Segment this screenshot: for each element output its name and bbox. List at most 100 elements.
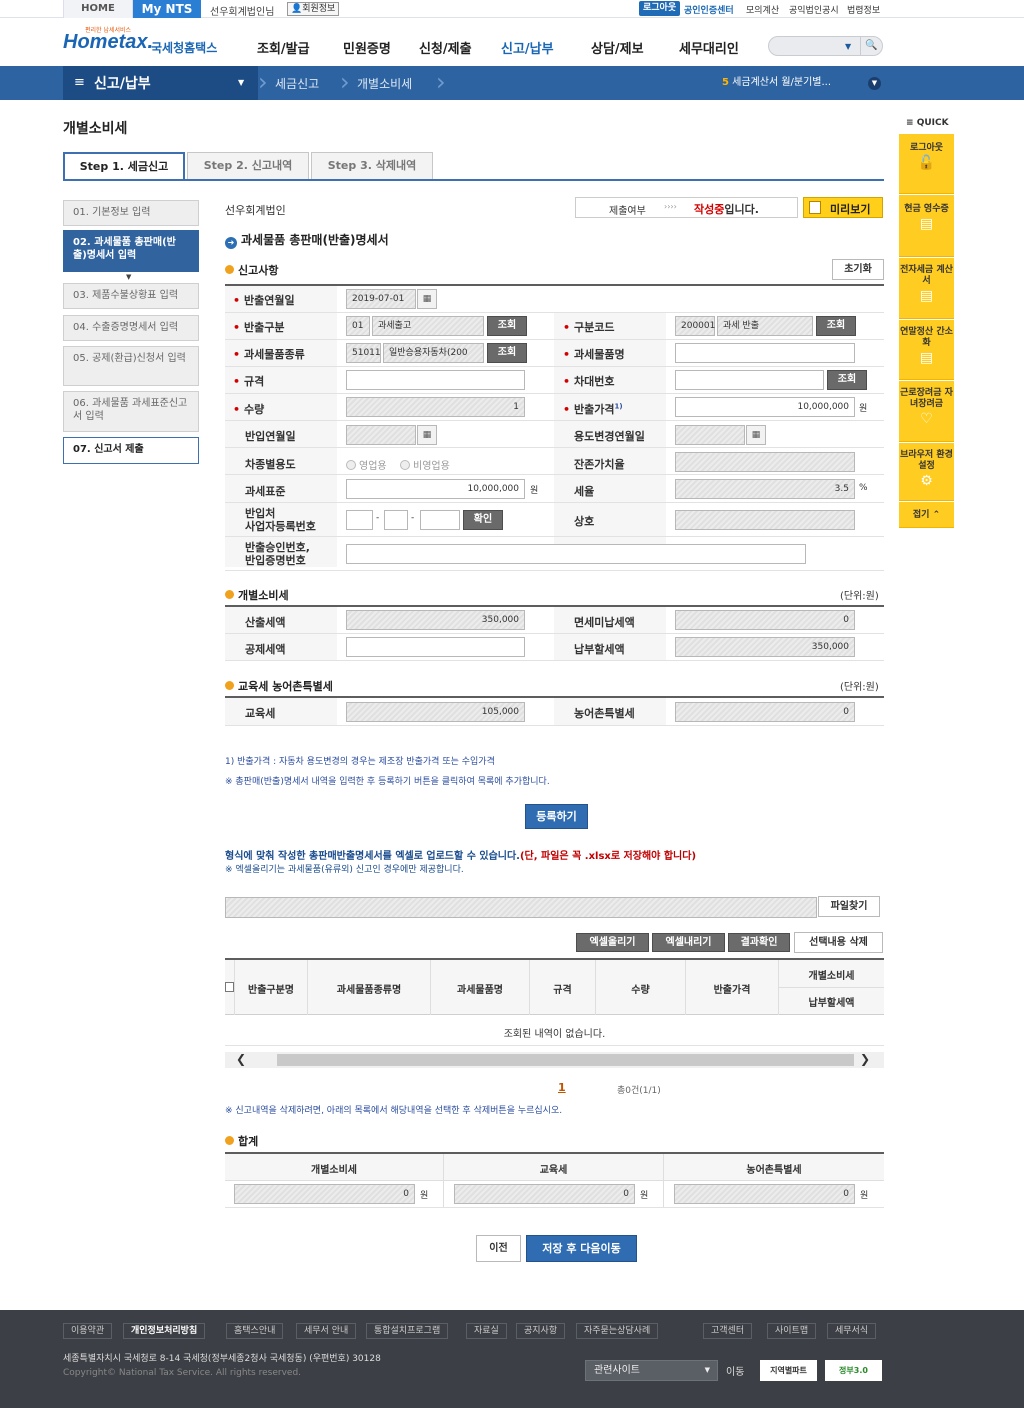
- radio-noncommercial[interactable]: 비영업용: [400, 457, 450, 472]
- quick-cash-receipt[interactable]: 현금 영수증 ▤: [899, 195, 954, 257]
- quick-logout[interactable]: 로그아웃 🔓: [899, 134, 954, 194]
- biz-no-part3[interactable]: [420, 510, 460, 530]
- scrollbar-thumb[interactable]: [277, 1054, 854, 1066]
- calendar-icon[interactable]: ▦: [417, 425, 437, 445]
- hometax-logo[interactable]: 편리한 납세서비스 Hometax. 국세청홈택스: [63, 25, 223, 59]
- item-type-code: 51011: [346, 343, 381, 363]
- logout-button[interactable]: 로그아웃: [639, 1, 681, 16]
- preview-button[interactable]: 미리보기: [803, 197, 883, 218]
- save-next-button[interactable]: 저장 후 다음이동: [526, 1235, 637, 1262]
- search-input[interactable]: ▼ 🔍: [768, 36, 883, 56]
- reset-button[interactable]: 초기화: [832, 259, 884, 280]
- badge-gov30[interactable]: 정부3.0: [825, 1360, 882, 1381]
- tab-step1[interactable]: Step 1. 세금신고: [63, 152, 185, 180]
- corp-notice-link[interactable]: 공익법인공시: [789, 3, 839, 16]
- tab-step3[interactable]: Step 3. 삭제내역: [311, 152, 433, 180]
- page-number[interactable]: 1: [558, 1081, 566, 1094]
- left-menu-deduction[interactable]: 05. 공제(환급)신청서 입력: [63, 346, 199, 386]
- chevron-down-icon[interactable]: ▼: [845, 42, 851, 51]
- related-sites-select[interactable]: 관련사이트 ▼: [585, 1360, 718, 1381]
- mock-calc-link[interactable]: 모의계산: [746, 3, 779, 16]
- footer-faq[interactable]: 자주묻는상담사례: [576, 1323, 659, 1339]
- price-input[interactable]: 10,000,000: [675, 397, 855, 417]
- delete-note: ※ 신고내역을 삭제하려면, 아래의 목록에서 해당내역을 선택한 후 삭제버튼…: [225, 1106, 563, 1116]
- member-info-button[interactable]: 👤회원정보: [287, 2, 340, 16]
- quick-fold-button[interactable]: 접기 ⌃: [899, 502, 954, 528]
- file-find-button[interactable]: 파일찾기: [818, 896, 880, 917]
- footer-tax-forms[interactable]: 세무서식: [827, 1323, 877, 1339]
- nav-section-title[interactable]: 신고/납부: [94, 73, 151, 93]
- vehicle-no-lookup-button[interactable]: 조회: [827, 370, 867, 390]
- release-date-field[interactable]: 2019-07-01: [346, 289, 416, 309]
- quick-incentive[interactable]: 근로장려금 자녀장려금 ♡: [899, 381, 954, 442]
- left-menu-submit[interactable]: 07. 신고서 제출: [63, 437, 199, 464]
- gnb-consult[interactable]: 상담/제보: [591, 38, 644, 57]
- gear-icon: ⚙: [920, 473, 933, 489]
- home-tab[interactable]: HOME: [63, 0, 133, 18]
- register-button[interactable]: 등록하기: [525, 804, 588, 829]
- law-info-link[interactable]: 법령정보: [847, 3, 880, 16]
- gnb-tax-agent[interactable]: 세무대리인: [679, 38, 739, 57]
- footer-privacy[interactable]: 개인정보처리방침: [123, 1323, 206, 1339]
- badge-regional[interactable]: 지역별파트: [760, 1360, 817, 1381]
- approval-no-input[interactable]: [346, 544, 806, 564]
- class-code-lookup-button[interactable]: 조회: [816, 316, 856, 336]
- select-all-checkbox[interactable]: [225, 982, 234, 992]
- left-menu-tax-base[interactable]: 06. 과세물품 과세표준신고서 입력: [63, 391, 199, 432]
- quick-e-invoice[interactable]: 전자세금 계산서 ▤: [899, 258, 954, 319]
- gnb-inquiry[interactable]: 조회/발급: [257, 38, 310, 57]
- footer-hometax-guide[interactable]: 홈택스안내: [226, 1323, 284, 1339]
- footer-sitemap[interactable]: 사이트맵: [767, 1323, 817, 1339]
- excel-upload-button[interactable]: 엑셀올리기: [576, 933, 649, 952]
- item-name-input[interactable]: [675, 343, 855, 363]
- footer-library[interactable]: 자료실: [466, 1323, 507, 1339]
- release-type-lookup-button[interactable]: 조회: [487, 316, 527, 336]
- biz-no-confirm-button[interactable]: 확인: [463, 510, 503, 530]
- breadcrumb-excise[interactable]: 개별소비세: [357, 75, 412, 92]
- vehicle-no-input[interactable]: [675, 370, 824, 390]
- footer-terms[interactable]: 이용약관: [63, 1323, 113, 1339]
- use-change-date-label: 용도변경연월일: [574, 430, 645, 443]
- scroll-right-icon[interactable]: ❯: [860, 1052, 870, 1066]
- scroll-left-icon[interactable]: ❮: [236, 1052, 246, 1066]
- tax-base-input[interactable]: 10,000,000: [346, 479, 525, 499]
- tab-step2[interactable]: Step 2. 신고내역: [187, 152, 309, 180]
- search-icon[interactable]: 🔍: [860, 37, 882, 55]
- go-button[interactable]: 이동: [726, 1363, 744, 1378]
- footer-notice[interactable]: 공지사항: [516, 1323, 566, 1339]
- biz-no-part1[interactable]: [346, 510, 373, 530]
- use-change-date-field: [675, 425, 745, 445]
- left-menu-export-proof[interactable]: 04. 수출증명명세서 입력: [63, 315, 199, 341]
- deduct-input[interactable]: [346, 637, 525, 657]
- gnb-certificate[interactable]: 민원증명: [343, 38, 391, 57]
- biz-no-part2[interactable]: [384, 510, 408, 530]
- quick-year-end[interactable]: 연말정산 간소화 ▤: [899, 320, 954, 380]
- breadcrumb-tax-report[interactable]: 세금신고: [275, 75, 319, 92]
- spec-input[interactable]: [346, 370, 525, 390]
- chevron-down-icon[interactable]: ▼: [868, 77, 881, 90]
- excel-download-button[interactable]: 엑셀내리기: [652, 933, 725, 952]
- result-check-button[interactable]: 결과확인: [728, 933, 790, 952]
- left-menu-product-status[interactable]: 03. 제품수불상황표 입력: [63, 283, 199, 309]
- corp-name: 선우회계법인: [225, 204, 286, 217]
- cert-center-link[interactable]: 공인인증센터: [684, 3, 734, 16]
- calendar-icon[interactable]: ▦: [746, 425, 766, 445]
- payable-field: 350,000: [675, 637, 855, 657]
- gnb-application[interactable]: 신청/제출: [419, 38, 472, 57]
- footer-install[interactable]: 통합설치프로그램: [366, 1323, 449, 1339]
- item-type-lookup-button[interactable]: 조회: [487, 343, 527, 363]
- left-menu-basic-info[interactable]: 01. 기본정보 입력: [63, 200, 199, 226]
- delete-selected-button[interactable]: 선택내용 삭제: [794, 932, 883, 953]
- menu-icon[interactable]: ≡: [74, 75, 85, 90]
- gnb-report-pay[interactable]: 신고/납부: [501, 38, 554, 57]
- calendar-icon[interactable]: ▦: [417, 289, 437, 309]
- my-nts-tab[interactable]: My NTS: [133, 0, 201, 18]
- quick-browser-settings[interactable]: 브라우저 환경설정 ⚙: [899, 443, 954, 501]
- notice-ticker[interactable]: 5 세금계산서 월/분기별...: [722, 73, 831, 88]
- footer-office-guide[interactable]: 세무서 안내: [296, 1323, 357, 1339]
- chevron-down-icon[interactable]: ▼: [238, 78, 244, 87]
- radio-commercial[interactable]: 영업용: [346, 457, 387, 472]
- footer-customer-center[interactable]: 고객센터: [703, 1323, 753, 1339]
- left-menu-sales-statement[interactable]: 02. 과세물품 총판매(반출)명세서 입력: [63, 230, 199, 272]
- prev-button[interactable]: 이전: [476, 1235, 521, 1262]
